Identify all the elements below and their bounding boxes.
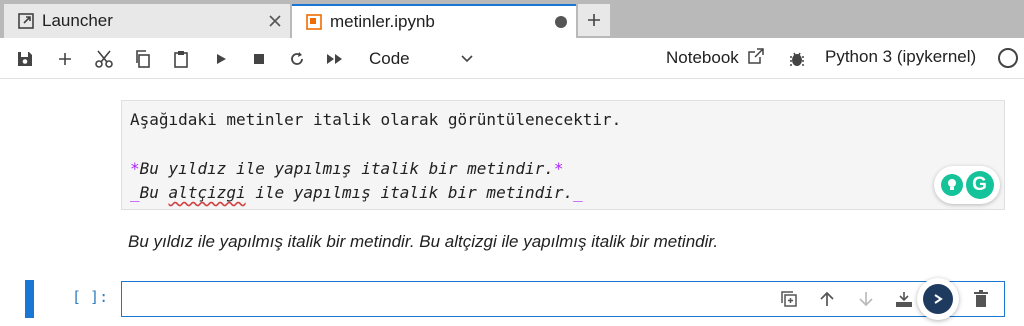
tab-label: Launcher — [42, 11, 113, 30]
paste-icon[interactable] — [168, 46, 194, 72]
md-italic-text: Bu yıldız ile yapılmış italik bir metind… — [139, 159, 554, 178]
duplicate-icon[interactable] — [777, 287, 801, 311]
execution-prompt: [ ]: — [72, 288, 109, 306]
notebook-toolbar: Code Notebook Python 3 (ipykernel) — [0, 38, 1024, 79]
move-up-icon[interactable] — [815, 287, 839, 311]
ai-assistant-button[interactable] — [917, 278, 959, 320]
tab-launcher[interactable]: Launcher — [4, 4, 290, 38]
notebook-icon — [300, 5, 328, 39]
restart-icon[interactable] — [284, 46, 310, 72]
tab-notebook[interactable]: metinler.ipynb — [292, 4, 576, 38]
add-icon[interactable] — [52, 46, 78, 72]
tab-label: metinler.ipynb — [330, 12, 435, 31]
insert-below-icon[interactable] — [892, 287, 916, 311]
spellcheck-word: altçizgi — [168, 183, 246, 202]
markdown-rendered-output: Bu yıldız ile yapılmış italik bir metind… — [128, 232, 719, 251]
asterisk-mark: * — [553, 159, 564, 178]
save-icon[interactable] — [12, 46, 38, 72]
fast-forward-icon[interactable] — [322, 46, 348, 72]
unsaved-dot-icon[interactable] — [546, 5, 576, 39]
underscore-mark: _ — [573, 183, 583, 202]
kernel-status-icon — [998, 48, 1018, 68]
md-line-1: Aşağıdaki metinler italik olarak görüntü… — [130, 110, 622, 129]
external-link-icon — [747, 48, 764, 64]
underscore-mark: _ — [130, 183, 140, 202]
notebook-label: Notebook — [666, 48, 739, 67]
cut-icon[interactable] — [91, 46, 117, 72]
chevron-down-icon — [460, 51, 474, 71]
kernel-name[interactable]: Python 3 (ipykernel) — [825, 47, 976, 67]
bug-icon[interactable] — [784, 46, 810, 72]
asterisk-mark: * — [130, 159, 140, 178]
markdown-cell-editor[interactable]: Aşağıdaki metinler italik olarak görüntü… — [121, 100, 1005, 210]
close-icon[interactable] — [260, 4, 290, 38]
md-line-3: _Bu altçizgi ile yapılmış italik bir met… — [130, 183, 583, 202]
active-cell-indicator — [25, 280, 34, 318]
md-italic-text: Bu — [139, 183, 169, 202]
tab-bar: Launcher metinler.ipynb — [0, 0, 1024, 38]
copy-icon[interactable] — [130, 46, 156, 72]
ai-assistant-icon — [923, 284, 953, 314]
cell-type-select[interactable]: Code — [360, 45, 480, 73]
md-line-2: *Bu yıldız ile yapılmış italik bir metin… — [130, 159, 564, 178]
md-italic-text: ile yapılmış italik bir metindir. — [245, 183, 574, 202]
lightbulb-icon[interactable] — [940, 174, 963, 196]
delete-icon[interactable] — [969, 287, 993, 311]
add-tab-button[interactable] — [578, 4, 610, 36]
move-down-icon[interactable] — [854, 287, 878, 311]
cell-type-value: Code — [369, 49, 410, 68]
launcher-icon — [12, 4, 40, 38]
open-notebook-link[interactable]: Notebook — [666, 47, 765, 68]
run-icon[interactable] — [208, 46, 234, 72]
grammarly-widget[interactable]: G — [934, 166, 1000, 204]
grammarly-icon[interactable]: G — [965, 171, 994, 199]
stop-icon[interactable] — [246, 46, 272, 72]
